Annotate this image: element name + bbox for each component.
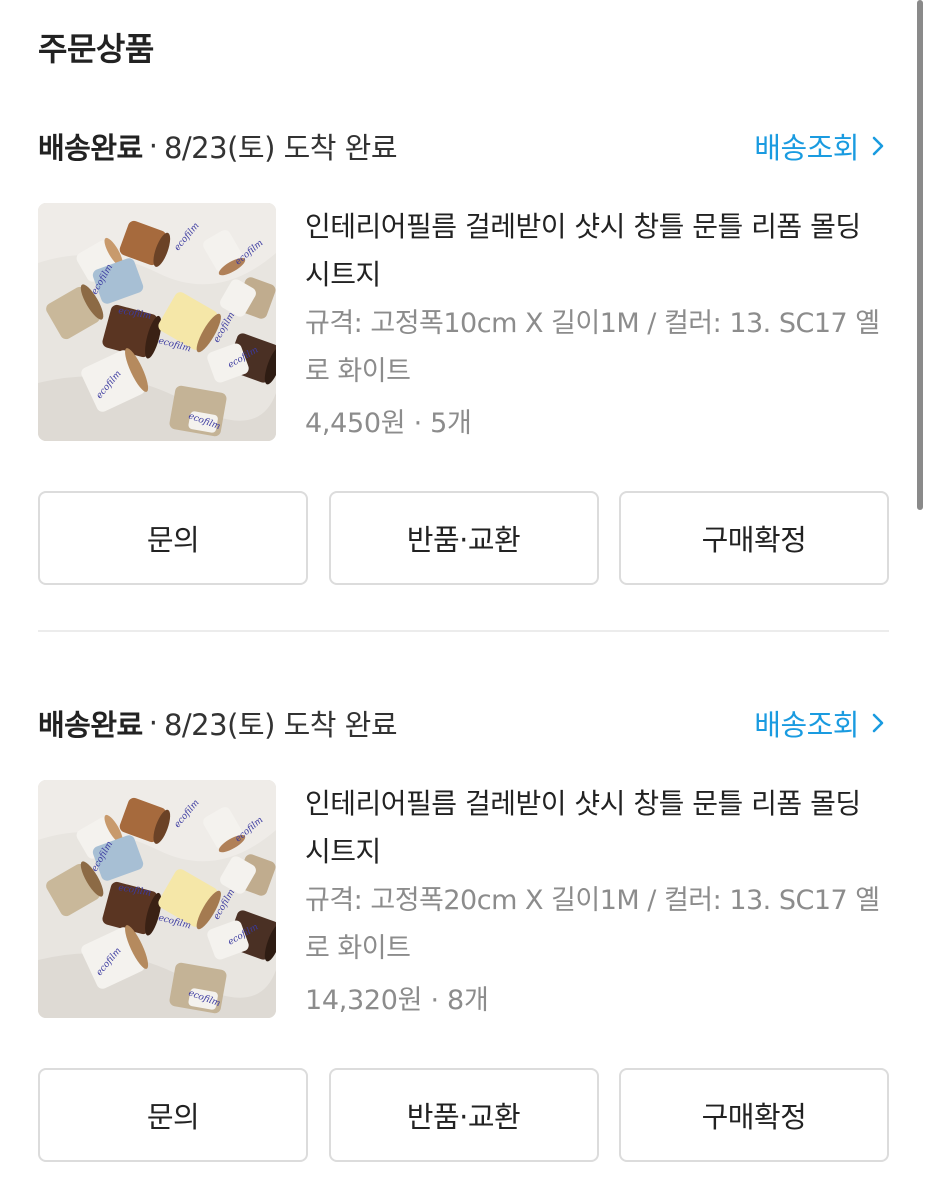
product-thumbnail[interactable]: ecofilm ecofilm ecofilm ecofilm ecofilm … — [38, 780, 276, 1018]
product-item[interactable]: ecofilm ecofilm ecofilm ecofilm ecofilm … — [38, 780, 889, 1020]
scrollbar[interactable] — [917, 0, 923, 510]
order-card: 배송완료 · 8/23(토) 도착 완료 배송조회 ecofilm ecofil… — [38, 697, 889, 1162]
delivery-status: 배송완료 — [38, 131, 143, 165]
product-info: 인테리어필름 걸레받이 샷시 창틀 문틀 리폼 몰딩 시트지 규격: 고정폭10… — [305, 203, 889, 448]
delivery-status-row: 배송완료 · 8/23(토) 도착 완료 배송조회 — [38, 120, 889, 172]
arrival-date: 8/23(토) 도착 완료 — [163, 131, 398, 165]
product-name[interactable]: 인테리어필름 걸레받이 샷시 창틀 문틀 리폼 몰딩 시트지 — [305, 203, 889, 299]
product-thumbnail[interactable]: ecofilm ecofilm ecofilm ecofilm ecofilm … — [38, 203, 276, 441]
order-actions: 문의 반품·교환 구매확정 — [38, 1068, 889, 1162]
order-card: 배송완료 · 8/23(토) 도착 완료 배송조회 ecofilm ecofil… — [38, 120, 889, 585]
confirm-purchase-button[interactable]: 구매확정 — [619, 491, 889, 585]
chevron-right-icon — [872, 136, 884, 156]
track-delivery-link[interactable]: 배송조회 — [754, 697, 889, 749]
product-info: 인테리어필름 걸레받이 샷시 창틀 문틀 리폼 몰딩 시트지 규격: 고정폭20… — [305, 780, 889, 1025]
product-price: 14,320원 · 8개 — [305, 985, 489, 1016]
product-price: 4,450원 · 5개 — [305, 408, 472, 439]
delivery-status: 배송완료 — [38, 708, 143, 742]
return-exchange-button[interactable]: 반품·교환 — [328, 491, 599, 585]
delivery-status-row: 배송완료 · 8/23(토) 도착 완료 배송조회 — [38, 697, 889, 749]
status-separator: · — [148, 706, 158, 740]
return-exchange-button[interactable]: 반품·교환 — [328, 1068, 599, 1162]
section-title: 주문상품 — [38, 30, 154, 68]
product-name[interactable]: 인테리어필름 걸레받이 샷시 창틀 문틀 리폼 몰딩 시트지 — [305, 780, 889, 876]
product-option: 규격: 고정폭10cm X 길이1M / 컬러: 13. SC17 옐로 화이트 — [305, 308, 880, 387]
track-delivery-label: 배송조회 — [754, 131, 859, 165]
track-delivery-link[interactable]: 배송조회 — [754, 120, 889, 172]
product-image: ecofilm ecofilm ecofilm ecofilm ecofilm … — [38, 203, 276, 441]
chevron-right-icon — [872, 713, 884, 733]
product-option: 규격: 고정폭20cm X 길이1M / 컬러: 13. SC17 옐로 화이트 — [305, 885, 880, 964]
product-image: ecofilm ecofilm ecofilm ecofilm ecofilm … — [38, 780, 276, 1018]
order-actions: 문의 반품·교환 구매확정 — [38, 491, 889, 585]
product-item[interactable]: ecofilm ecofilm ecofilm ecofilm ecofilm … — [38, 203, 889, 443]
inquiry-button[interactable]: 문의 — [38, 1068, 308, 1162]
inquiry-button[interactable]: 문의 — [38, 491, 308, 585]
order-divider — [38, 630, 889, 632]
track-delivery-label: 배송조회 — [754, 708, 859, 742]
arrival-date: 8/23(토) 도착 완료 — [163, 708, 398, 742]
status-separator: · — [148, 129, 158, 163]
confirm-purchase-button[interactable]: 구매확정 — [619, 1068, 889, 1162]
